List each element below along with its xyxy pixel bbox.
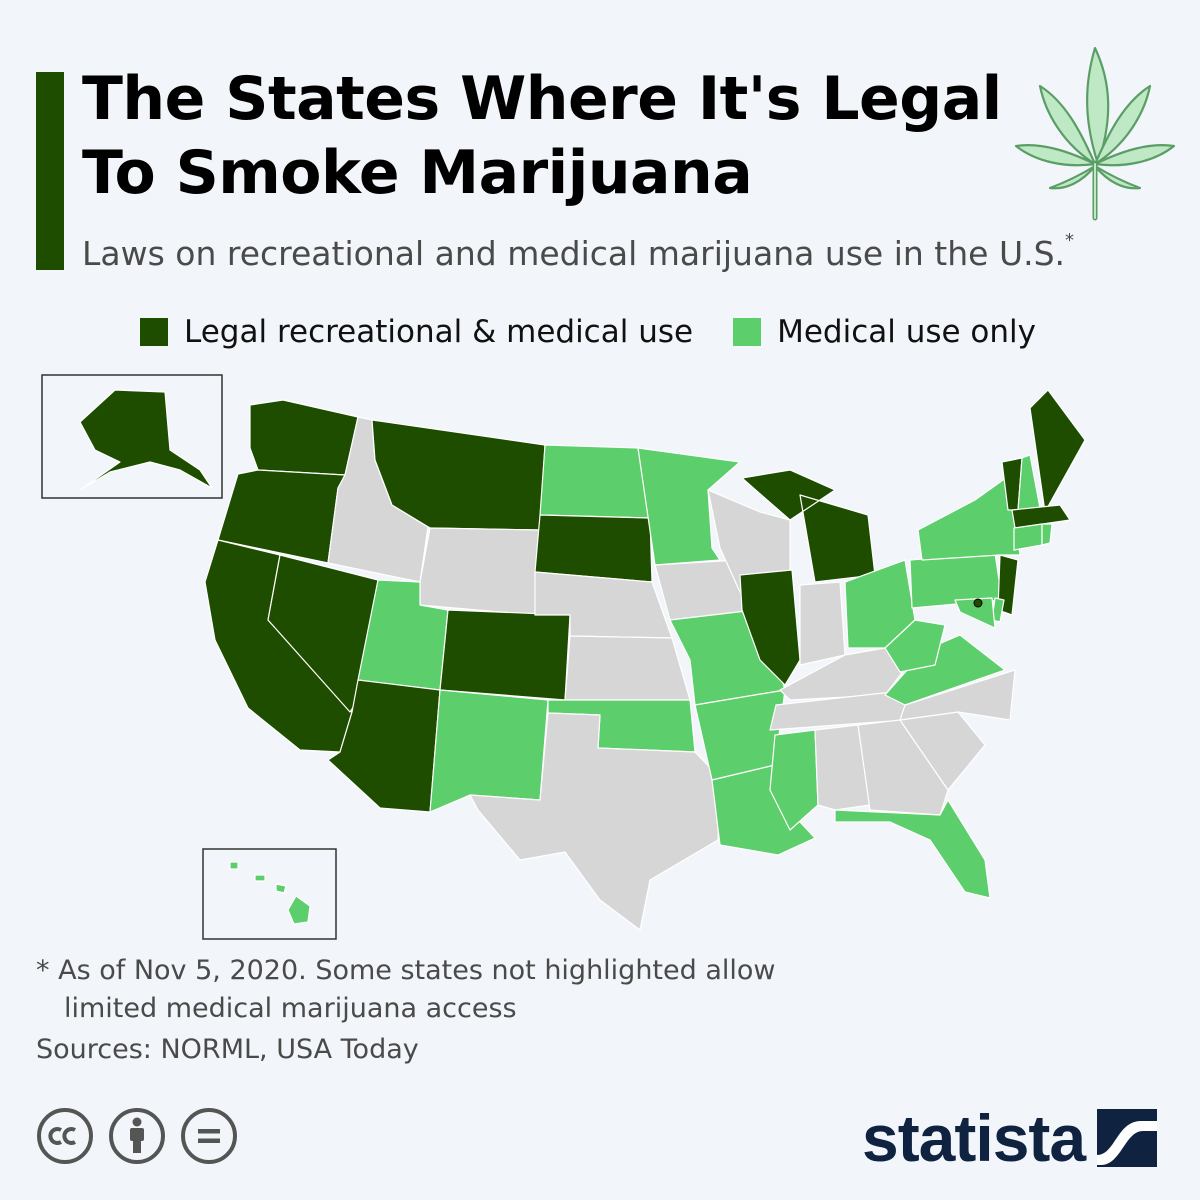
statista-mark-icon bbox=[1097, 1109, 1158, 1167]
sources: Sources: NORML, USA Today bbox=[36, 1034, 419, 1065]
state-fl bbox=[834, 799, 991, 899]
hawaii-inset-frame bbox=[202, 848, 337, 940]
state-nm bbox=[429, 689, 549, 813]
statista-logo: statista bbox=[862, 1100, 1158, 1176]
state-ct bbox=[1013, 523, 1043, 551]
page-title: The States Where It's Legal To Smoke Mar… bbox=[82, 64, 1002, 208]
state-ri bbox=[1041, 523, 1053, 546]
legend: Legal recreational & medical use Medical… bbox=[140, 310, 1076, 354]
license-icons bbox=[36, 1107, 252, 1165]
legend-label-medical: Medical use only bbox=[777, 314, 1036, 350]
state-wy bbox=[419, 527, 541, 616]
statista-wordmark: statista bbox=[862, 1101, 1086, 1175]
legend-label-recreational: Legal recreational & medical use bbox=[184, 314, 694, 350]
subtitle: Laws on recreational and medical marijua… bbox=[82, 230, 1182, 273]
state-dc bbox=[973, 598, 983, 608]
state-wa bbox=[249, 399, 359, 476]
state-ks bbox=[564, 635, 691, 701]
state-nd bbox=[539, 444, 651, 519]
state-sd bbox=[534, 514, 653, 583]
title-accent-bar bbox=[36, 72, 64, 270]
state-hi bbox=[229, 861, 311, 925]
footnote-line1: As of Nov 5, 2020. Some states not highl… bbox=[58, 955, 776, 986]
footnote-marker: * bbox=[36, 955, 50, 986]
legend-item-recreational: Legal recreational & medical use bbox=[140, 314, 693, 350]
state-ak bbox=[79, 389, 213, 491]
attribution-icon[interactable] bbox=[108, 1107, 166, 1165]
legend-item-medical: Medical use only bbox=[733, 314, 1036, 350]
cannabis-leaf-icon bbox=[1014, 46, 1176, 221]
state-me bbox=[1029, 389, 1086, 513]
footnote-line2: limited medical marijuana access bbox=[64, 993, 517, 1024]
state-nh bbox=[1017, 454, 1041, 511]
subtitle-footnote-marker: * bbox=[1065, 230, 1075, 251]
legend-swatch-medical bbox=[733, 318, 762, 346]
subtitle-text: Laws on recreational and medical marijua… bbox=[82, 234, 1066, 273]
legend-swatch-recreational bbox=[140, 318, 168, 346]
creative-commons-icon[interactable] bbox=[36, 1107, 94, 1165]
no-derivatives-icon[interactable] bbox=[180, 1107, 238, 1165]
us-map bbox=[41, 374, 1086, 940]
state-in bbox=[799, 581, 846, 666]
footnote: * As of Nov 5, 2020. Some states not hig… bbox=[36, 952, 836, 1028]
state-co bbox=[439, 609, 571, 701]
